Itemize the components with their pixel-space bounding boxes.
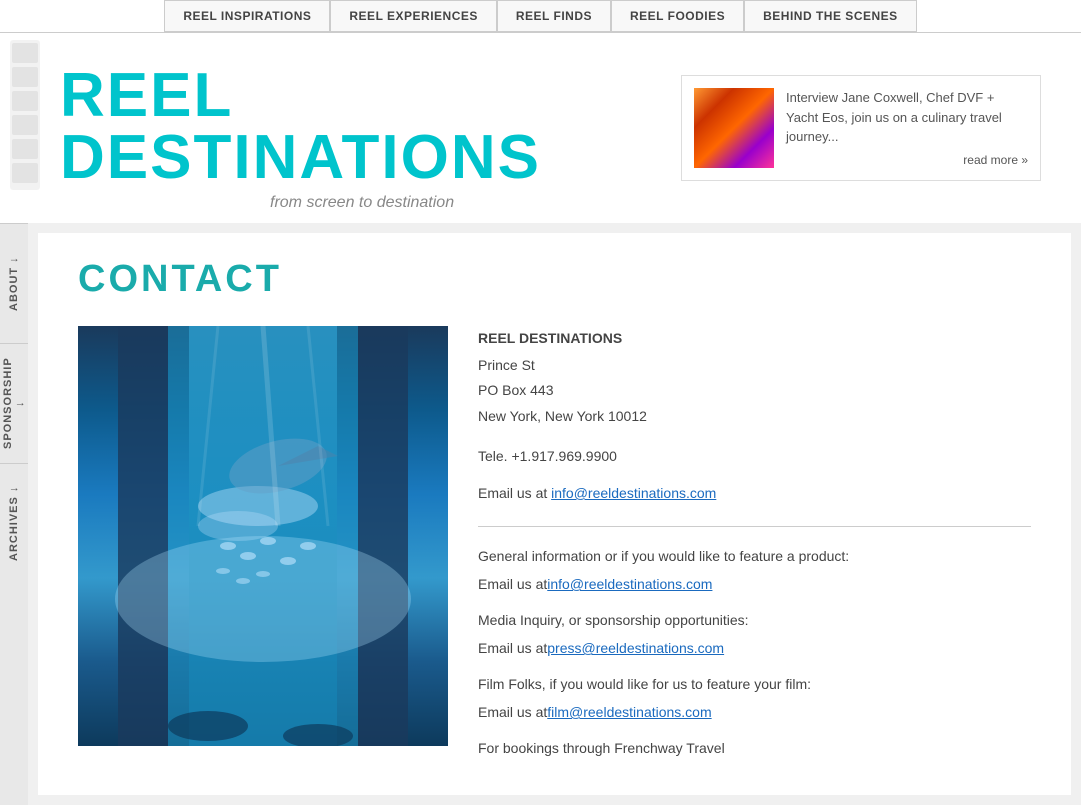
featured-article-box: Interview Jane Coxwell, Chef DVF + Yacht… [681, 75, 1041, 181]
nav-item-reel-inspirations[interactable]: REEL INSPIRATIONS [164, 0, 330, 32]
company-name: REEL DESTINATIONS [478, 326, 1031, 351]
info-section-film: Film Folks, if you would like for us to … [478, 670, 1031, 726]
featured-article-image [694, 88, 774, 168]
info-section-media: Media Inquiry, or sponsorship opportunit… [478, 606, 1031, 662]
top-navigation: REEL INSPIRATIONSREEL EXPERIENCESREEL FI… [0, 0, 1081, 33]
main-email-link[interactable]: info@reeldestinations.com [551, 485, 716, 501]
contact-details: REEL DESTINATIONS Prince St PO Box 443 N… [478, 326, 1031, 770]
site-header: REEL DESTINATIONS from screen to destina… [0, 33, 1081, 223]
site-logo-title: REEL DESTINATIONS [60, 65, 681, 189]
nav-item-behind-the-scenes[interactable]: BEHIND THE SCENES [744, 0, 917, 32]
info-general-email-prefix: Email us at [478, 576, 547, 592]
info-media-email-link[interactable]: press@reeldestinations.com [547, 640, 724, 656]
section-divider [478, 526, 1031, 527]
featured-article-text: Interview Jane Coxwell, Chef DVF + Yacht… [786, 88, 1028, 147]
address-line-2: PO Box 443 [478, 378, 1031, 403]
sidebar-item-archives[interactable]: ARCHIVES ↓ [0, 463, 28, 583]
address-line-1: Prince St [478, 353, 1031, 378]
info-section-general: General information or if you would like… [478, 542, 1031, 598]
content-area: CONTACT [38, 233, 1071, 795]
address-block: REEL DESTINATIONS Prince St PO Box 443 N… [478, 326, 1031, 429]
info-section-bookings: For bookings through Frenchway Travel [478, 734, 1031, 762]
info-film-email-prefix: Email us at [478, 704, 547, 720]
info-media-email-prefix: Email us at [478, 640, 547, 656]
info-general-email-link[interactable]: info@reeldestinations.com [547, 576, 712, 592]
nav-item-reel-foodies[interactable]: REEL FOODIES [611, 0, 744, 32]
main-layout: ABOUT ↓SPONSORSHIP ↓ARCHIVES ↓ CONTACT [0, 223, 1081, 805]
address-line-3: New York, New York 10012 [478, 404, 1031, 429]
email-line: Email us at info@reeldestinations.com [478, 481, 1031, 506]
contact-container: REEL DESTINATIONS Prince St PO Box 443 N… [78, 326, 1031, 770]
sidebar-item-about[interactable]: ABOUT ↓ [0, 223, 28, 343]
left-sidebar: ABOUT ↓SPONSORSHIP ↓ARCHIVES ↓ [0, 223, 28, 805]
sidebar-item-sponsorship[interactable]: SPONSORSHIP ↓ [0, 343, 28, 463]
nav-item-reel-experiences[interactable]: REEL EXPERIENCES [330, 0, 496, 32]
info-general-text: General information or if you would like… [478, 548, 849, 564]
featured-read-more-link[interactable]: read more » [786, 153, 1028, 167]
phone-number: Tele. +1.917.969.9900 [478, 444, 1031, 469]
page-title: CONTACT [78, 258, 1031, 301]
info-film-email-link[interactable]: film@reeldestinations.com [547, 704, 711, 720]
info-film-text: Film Folks, if you would like for us to … [478, 676, 811, 692]
logo-area: REEL DESTINATIONS from screen to destina… [20, 45, 681, 212]
info-bookings-text: For bookings through Frenchway Travel [478, 740, 725, 756]
site-logo-subtitle: from screen to destination [270, 194, 681, 212]
contact-aquarium-image [78, 326, 448, 746]
nav-item-reel-finds[interactable]: REEL FINDS [497, 0, 611, 32]
email-prefix-text: Email us at [478, 485, 547, 501]
info-media-text: Media Inquiry, or sponsorship opportunit… [478, 612, 749, 628]
contact-info-block: General information or if you would like… [478, 542, 1031, 762]
